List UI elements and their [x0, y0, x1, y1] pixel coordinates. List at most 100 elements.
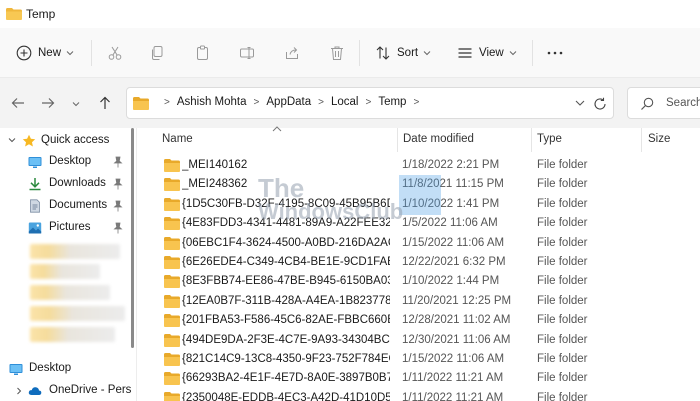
file-name: {06EBC1F4-3624-4500-A0BD-216DA2AC9... [182, 236, 390, 249]
file-name: {4E83FDD3-4341-4481-89A9-A22FEE3238... [182, 217, 390, 230]
share-icon [286, 47, 298, 59]
view-button[interactable]: View [457, 41, 517, 65]
star-icon [22, 134, 36, 147]
file-type: File folder [537, 178, 588, 191]
nav-item-onedrive[interactable]: OneDrive - Perso [0, 381, 131, 401]
folder-icon [6, 8, 22, 20]
column-separator[interactable] [531, 128, 532, 152]
chevron-down-icon [509, 51, 517, 56]
file-type: File folder [537, 294, 588, 307]
sort-icon [376, 46, 390, 60]
share-button[interactable] [284, 41, 300, 65]
column-header-type[interactable]: Type [537, 133, 562, 145]
breadcrumb-chevron-icon: > [164, 96, 170, 108]
file-date-modified: 12/30/2021 11:06 AM [402, 333, 511, 346]
file-row[interactable]: {66293BA2-4E1F-4E7D-8A0E-3897B0B7FD... 1/… [137, 369, 700, 389]
toolbar-separator [532, 40, 533, 66]
more-icon [547, 51, 563, 55]
column-separator[interactable] [397, 128, 398, 152]
file-name: {6E26EDE4-C349-4CB4-BE1E-9CD1FABBB... [182, 256, 390, 268]
nav-scrollbar[interactable] [131, 128, 134, 348]
delete-button[interactable] [329, 41, 345, 65]
file-date-modified: 12/22/2021 6:32 PM [402, 256, 506, 268]
breadcrumb-item[interactable]: Local [331, 96, 359, 108]
recent-chevron-icon[interactable] [72, 101, 80, 107]
file-type: File folder [537, 353, 588, 365]
file-row[interactable]: _MEI140162 1/18/2022 2:21 PM File folder [137, 156, 700, 176]
forward-arrow-icon[interactable] [40, 95, 56, 111]
search-placeholder: Search [666, 97, 700, 109]
file-row[interactable]: {12EA0B7F-311B-428A-A4EA-1B823778B... 11/… [137, 292, 700, 312]
file-date-modified: 1/10/2022 1:41 PM [402, 197, 500, 210]
address-dropdown-icon[interactable] [575, 99, 585, 107]
address-bar[interactable]: > Ashish Mohta > AppData > Local > Temp … [126, 87, 614, 119]
file-name: {8E3FBB74-EE86-47BE-B945-6150BA035E1... [182, 275, 390, 288]
column-header-name[interactable]: Name [162, 133, 193, 145]
file-row[interactable]: {494DE9DA-2F3E-4C7E-9A93-34304BC4F... 12/… [137, 331, 700, 351]
breadcrumb-chevron-icon: > [413, 96, 420, 108]
file-row[interactable]: {8E3FBB74-EE86-47BE-B945-6150BA035E1... 1… [137, 272, 700, 292]
file-type: File folder [537, 372, 588, 385]
nav-label: Quick access [41, 134, 110, 146]
navigation-pane: Quick access Desktop Downloads Documents [0, 128, 136, 401]
file-date-modified: 12/28/2021 11:02 AM [402, 314, 511, 327]
more-options-button[interactable] [546, 41, 564, 65]
breadcrumb-item[interactable]: AppData [266, 96, 311, 108]
file-row[interactable]: {2350048E-EDDB-4EC3-A42D-41D10D525... 1/1… [137, 389, 700, 401]
refresh-icon[interactable] [593, 97, 607, 111]
copy-button[interactable] [150, 41, 166, 65]
new-label: New [38, 47, 62, 59]
folder-icon [164, 333, 180, 347]
column-header-date[interactable]: Date modified [403, 133, 474, 145]
column-header-size[interactable]: Size [648, 133, 670, 145]
file-row[interactable]: _MEI248362 11/8/2021 11:15 PM File folder [137, 175, 700, 195]
onedrive-cloud-icon [28, 387, 42, 395]
chevron-down-icon [423, 51, 431, 56]
nav-item-desktop[interactable]: Desktop [0, 152, 128, 172]
file-row[interactable]: {1D5C30FB-D32F-4195-8C09-45B95B6D22... 1/… [137, 195, 700, 215]
toolbar-separator [359, 40, 360, 66]
file-name: {66293BA2-4E1F-4E7D-8A0E-3897B0B7FD... [182, 372, 390, 385]
nav-item-desktop-root[interactable]: Desktop [0, 359, 128, 379]
nav-quick-access[interactable]: Quick access [0, 131, 128, 151]
file-row[interactable]: {6E26EDE4-C349-4CB4-BE1E-9CD1FABBB... 12/… [137, 253, 700, 273]
chevron-down-icon [8, 138, 16, 143]
file-name: {12EA0B7F-311B-428A-A4EA-1B823778B... [182, 294, 390, 307]
paste-button[interactable] [195, 41, 211, 65]
new-button[interactable]: New [16, 41, 74, 65]
breadcrumb-item[interactable]: Ashish Mohta [177, 96, 247, 108]
scissors-icon [108, 46, 122, 60]
file-row[interactable]: {4E83FDD3-4341-4481-89A9-A22FEE3238... 1/… [137, 214, 700, 234]
file-row[interactable]: {06EBC1F4-3624-4500-A0BD-216DA2AC9... 1/1… [137, 234, 700, 254]
file-name: _MEI140162 [182, 159, 248, 171]
breadcrumb-item[interactable]: Temp [378, 96, 406, 108]
cut-button[interactable] [107, 41, 123, 65]
folder-icon [164, 294, 180, 308]
file-date-modified: 11/8/2021 11:15 PM [402, 178, 504, 191]
up-arrow-icon[interactable] [97, 95, 113, 111]
sort-ascending-icon [272, 126, 282, 132]
file-type: File folder [537, 391, 588, 401]
file-type: File folder [537, 159, 588, 171]
rename-icon [240, 47, 254, 59]
file-type: File folder [537, 256, 588, 268]
file-row[interactable]: {201FBA53-F586-45C6-82AE-FBBC660E22... 12… [137, 311, 700, 331]
column-separator[interactable] [641, 128, 642, 152]
breadcrumb-chevron-icon: > [365, 96, 372, 108]
folder-icon [164, 391, 180, 401]
sort-button[interactable]: Sort [375, 41, 431, 65]
nav-label: Desktop [49, 155, 92, 167]
toolbar-separator [91, 40, 92, 66]
copy-icon [152, 46, 163, 60]
nav-label: Documents [49, 199, 108, 211]
redacted-nav-item [30, 306, 125, 321]
nav-item-documents[interactable]: Documents [0, 196, 128, 216]
back-arrow-icon[interactable] [10, 95, 26, 111]
rename-button[interactable] [239, 41, 255, 65]
file-type: File folder [537, 275, 588, 288]
search-input[interactable]: Search [627, 87, 700, 119]
file-row[interactable]: {821C14C9-13C8-4350-9F23-752F784ECC... 1/… [137, 350, 700, 370]
nav-item-pictures[interactable]: Pictures [0, 218, 128, 238]
folder-icon [164, 178, 180, 192]
nav-item-downloads[interactable]: Downloads [0, 174, 128, 194]
